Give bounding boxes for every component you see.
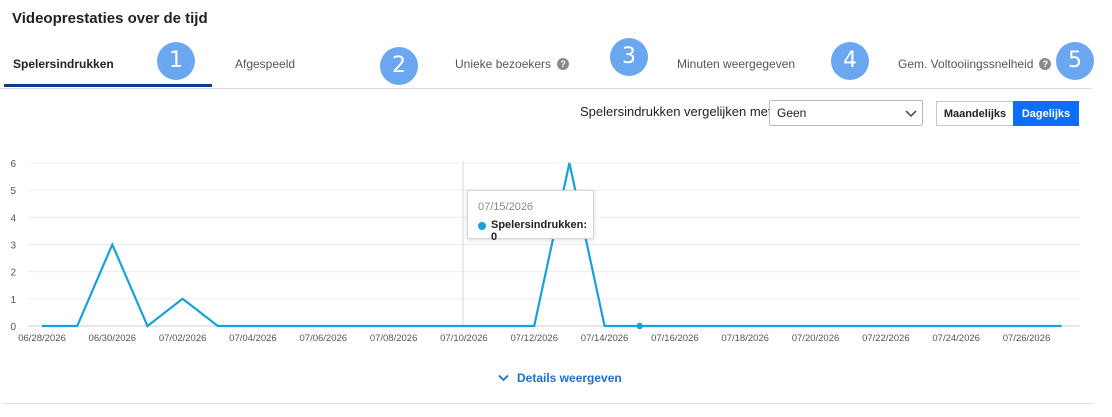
y-tick-label: 4 <box>10 213 16 224</box>
tab-spelersindrukken[interactable]: Spelersindrukken <box>13 40 114 87</box>
x-tick-label: 07/16/2026 <box>651 333 699 344</box>
x-tick-label: 07/02/2026 <box>159 333 207 344</box>
step-badge-2: 2 <box>380 47 418 85</box>
tooltip-value: Spelersindrukken: 0 <box>491 219 587 243</box>
step-badge-1: 1 <box>157 42 195 80</box>
chevron-down-icon <box>905 110 917 118</box>
x-tick-label: 07/06/2026 <box>300 333 348 344</box>
page-title: Videoprestaties over de tijd <box>12 10 208 27</box>
tab-label: Spelersindrukken <box>13 57 114 71</box>
active-tab-indicator <box>4 84 212 87</box>
y-tick-label: 1 <box>10 295 16 306</box>
x-tick-label: 07/04/2026 <box>229 333 277 344</box>
tab-minuten-weergegeven[interactable]: Minuten weergegeven <box>677 40 795 87</box>
hover-point <box>636 322 643 330</box>
line-chart: 0 1 2 3 4 5 6 06/28/2026 06/30/2026 07/02/2026 07/… <box>10 159 1080 344</box>
x-tick-label: 06/28/2026 <box>18 333 66 344</box>
tab-label: Unieke bezoekers <box>455 57 552 71</box>
details-label: Details weergeven <box>517 371 622 385</box>
y-tick-label: 2 <box>10 268 16 279</box>
compare-selected-value: Geen <box>777 106 807 120</box>
monthly-toggle[interactable]: Maandelijks <box>936 101 1013 126</box>
tab-label: Afgespeeld <box>235 57 296 71</box>
tooltip-date: 07/15/2026 <box>478 201 534 213</box>
step-badge-4: 4 <box>831 42 869 80</box>
tab-gem-voltooiingssnelheid[interactable]: Gem. Voltooiingssnelheid? <box>898 40 1052 87</box>
compare-select[interactable]: Geen <box>769 100 923 126</box>
y-tick-label: 0 <box>10 322 16 333</box>
x-tick-label: 07/18/2026 <box>721 333 769 344</box>
step-badge-3: 3 <box>610 38 648 76</box>
y-tick-label: 5 <box>10 186 16 197</box>
x-tick-label: 07/12/2026 <box>510 333 558 344</box>
y-tick-label: 6 <box>10 159 16 170</box>
daily-toggle[interactable]: Dagelijks <box>1013 101 1079 126</box>
step-badge-5: 5 <box>1056 42 1094 80</box>
tab-label: Minuten weergegeven <box>677 57 796 71</box>
tab-afgespeeld[interactable]: Afgespeeld <box>235 40 295 87</box>
x-tick-label: 07/20/2026 <box>792 333 840 344</box>
x-tick-label: 07/22/2026 <box>862 333 910 344</box>
x-tick-label: 07/10/2026 <box>440 333 488 344</box>
tab-label: Gem. Voltooiingssnelheid <box>898 57 1034 71</box>
x-tick-label: 07/26/2026 <box>1003 333 1051 344</box>
chart-tooltip: 07/15/2026 Spelersindrukken: 0 <box>467 190 594 243</box>
tab-unieke-bezoekers[interactable]: Unieke bezoekers? <box>455 40 570 87</box>
help-icon[interactable]: ? <box>557 57 570 70</box>
y-tick-label: 3 <box>10 241 16 252</box>
details-toggle[interactable]: Details weergeven <box>498 371 622 385</box>
series-marker <box>478 222 486 230</box>
compare-label: Spelersindrukken vergelijken met <box>580 104 772 119</box>
chevron-down-icon <box>498 374 509 382</box>
help-icon[interactable]: ? <box>1039 57 1052 70</box>
x-tick-label: 07/24/2026 <box>932 333 980 344</box>
x-tick-label: 07/14/2026 <box>581 333 629 344</box>
x-tick-label: 07/08/2026 <box>370 333 418 344</box>
divider <box>4 403 1092 404</box>
x-tick-label: 06/30/2026 <box>89 333 137 344</box>
